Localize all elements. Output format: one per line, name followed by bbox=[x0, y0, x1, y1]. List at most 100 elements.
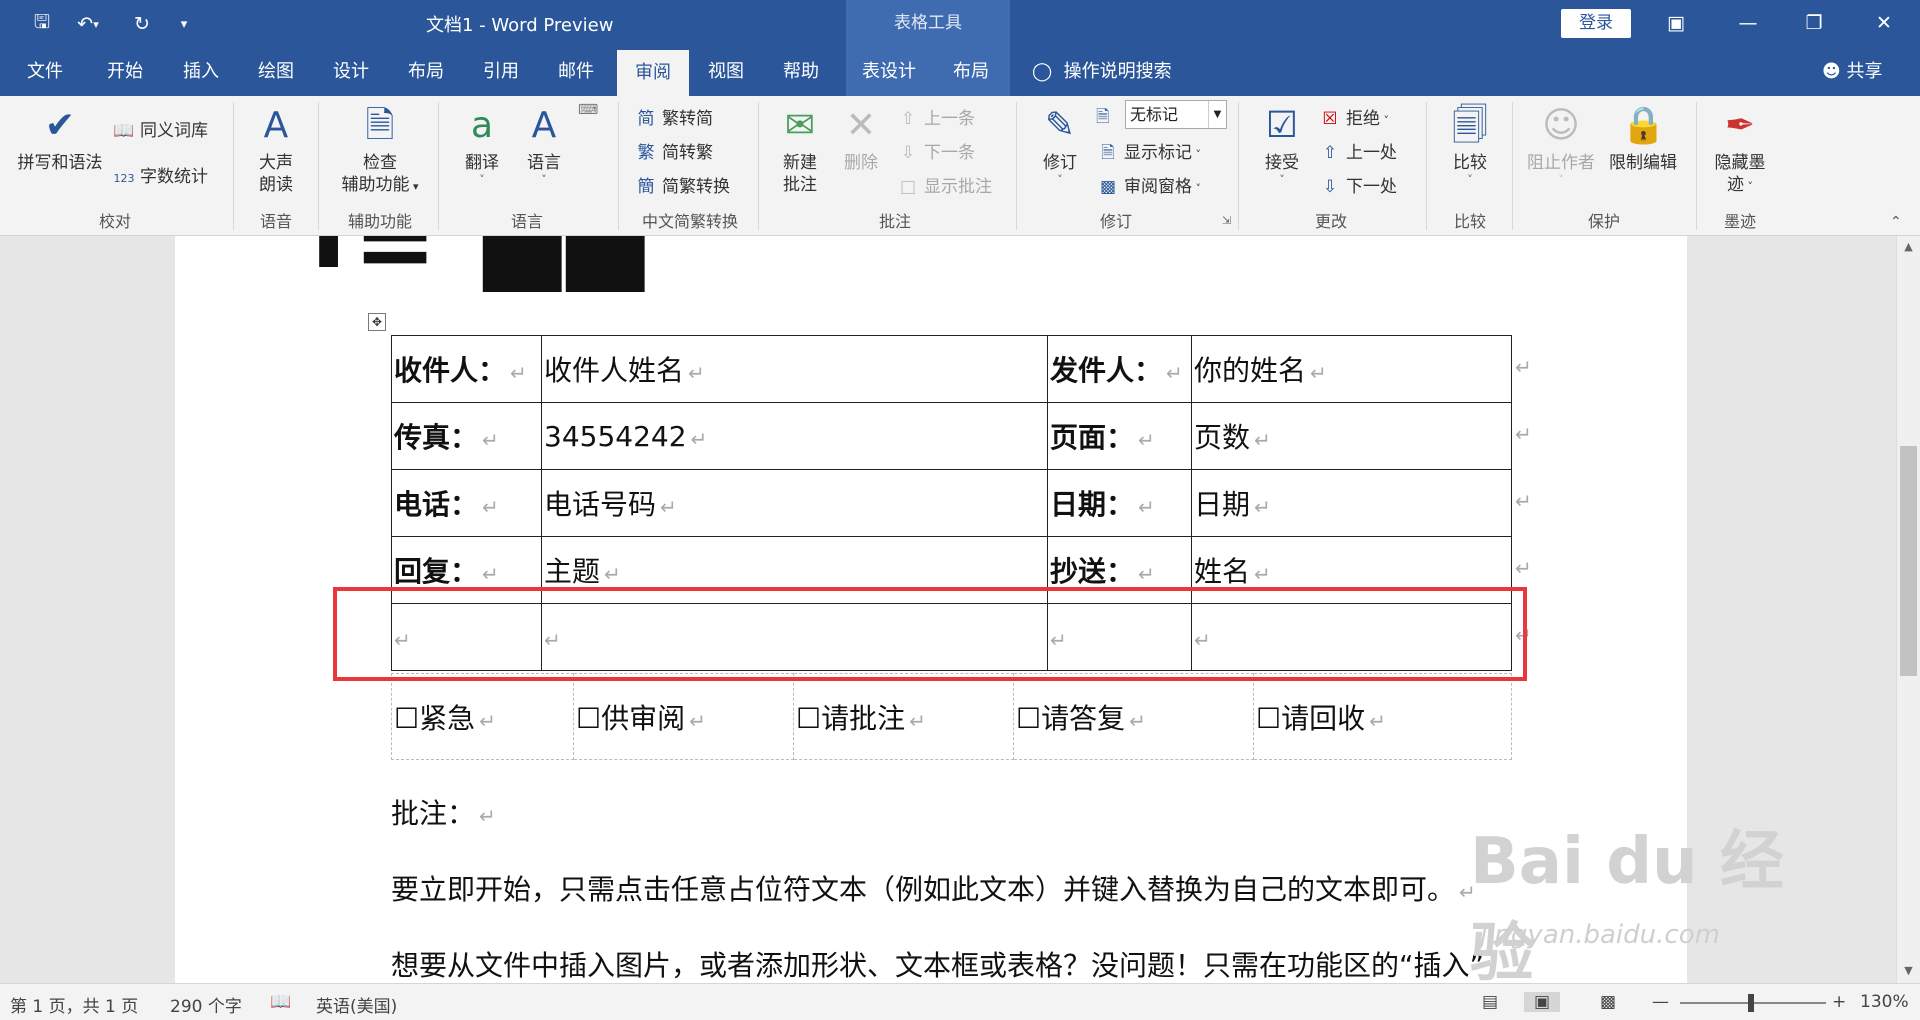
ribbon-display-icon[interactable]: ▣ bbox=[1654, 8, 1698, 38]
checkbox-cell-comment[interactable]: ☐请批注 ↵ bbox=[793, 673, 1014, 760]
block-authors-button[interactable]: ☺ 阻止作者 ˅ bbox=[1524, 104, 1598, 186]
accept-button[interactable]: ☑ 接受 ˅ bbox=[1252, 104, 1312, 186]
tab-mailings[interactable]: 邮件 bbox=[545, 48, 607, 96]
next-change-button[interactable]: ⇩ 下一处 bbox=[1318, 172, 1397, 197]
show-markup-button[interactable]: 🗎 显示标记 ˅ bbox=[1096, 138, 1201, 169]
tab-layout[interactable]: 布局 bbox=[395, 48, 457, 96]
table-cell[interactable]: 传真： ↵ bbox=[391, 402, 542, 470]
table-cell[interactable]: 34554242 ↵ bbox=[541, 402, 1048, 470]
body-paragraph-2[interactable]: 想要从文件中插入图片，或者添加形状、文本框或表格？没问题！只需在功能区的“插入” bbox=[391, 944, 1484, 983]
vertical-scrollbar[interactable]: ▲ ▼ bbox=[1896, 236, 1920, 983]
web-layout-icon[interactable]: ▩ bbox=[1600, 992, 1616, 1012]
minimize-icon[interactable]: — bbox=[1726, 8, 1770, 38]
undo-icon[interactable]: ↶ ▾ bbox=[68, 10, 108, 38]
body-paragraph-1[interactable]: 要立即开始，只需点击任意占位符文本（例如此文本）并键入替换为自己的文本即可。 ↵ bbox=[391, 868, 1476, 908]
close-icon[interactable]: ✕ bbox=[1862, 8, 1906, 38]
table-cell[interactable]: 你的姓名 ↵ bbox=[1191, 335, 1512, 403]
new-comment-button[interactable]: ✉ 新建 批注 bbox=[772, 104, 828, 196]
dialog-launcher-icon[interactable]: ⇲ bbox=[1222, 214, 1231, 227]
delete-comment-button[interactable]: ✕ 删除 bbox=[834, 104, 888, 174]
tab-references[interactable]: 引用 bbox=[470, 48, 532, 96]
redo-icon[interactable]: ↻ bbox=[128, 10, 156, 38]
tab-draw[interactable]: 绘图 bbox=[245, 48, 307, 96]
group-separator bbox=[1426, 102, 1427, 230]
scrollbar-thumb[interactable] bbox=[1900, 446, 1917, 676]
share-button[interactable]: ☻ 共享 bbox=[1822, 48, 1883, 96]
language-indicator[interactable]: 英语(美国) bbox=[316, 992, 397, 1017]
table-cell[interactable]: 电话： ↵ bbox=[391, 469, 542, 537]
previous-comment-button[interactable]: ⇧ 上一条 bbox=[896, 104, 975, 129]
document-page[interactable]: I≡ ▄▄ ✥ 收件人：↵ 收件人姓名↵ 发件人：↵ 你的姓名↵ 传真：↵ 34… bbox=[175, 236, 1687, 983]
markup-display-dropdown[interactable]: 无标记 ▼ bbox=[1125, 100, 1227, 129]
watermark-brand: Bai du 经验 bbox=[1470, 825, 1784, 991]
table-cell[interactable]: 收件人： ↵ bbox=[391, 335, 542, 403]
cell-label: 日期： bbox=[1050, 488, 1135, 521]
restore-icon[interactable]: ❐ bbox=[1792, 8, 1836, 38]
tab-design[interactable]: 设计 bbox=[320, 48, 382, 96]
zoom-slider-handle[interactable] bbox=[1748, 994, 1754, 1012]
tab-review[interactable]: 审阅 bbox=[617, 50, 689, 96]
track-changes-button[interactable]: ✎ 修订 ˅ bbox=[1030, 104, 1090, 186]
tell-me-search[interactable]: ◯ 操作说明搜索 bbox=[1032, 48, 1172, 96]
zoom-level[interactable]: 130% bbox=[1860, 992, 1909, 1012]
collapse-ribbon-icon[interactable]: ⌃ bbox=[1890, 214, 1902, 230]
tab-help[interactable]: 帮助 bbox=[770, 48, 832, 96]
table-cell[interactable]: 电话号码 ↵ bbox=[541, 469, 1048, 537]
tab-table-design[interactable]: 表设计 bbox=[846, 48, 932, 96]
read-aloud-button[interactable]: A 大声朗读 bbox=[244, 104, 308, 196]
checkbox-cell-review[interactable]: ☐供审阅 ↵ bbox=[573, 673, 794, 760]
customize-qat-icon[interactable]: ▾ bbox=[174, 10, 194, 38]
language-button[interactable]: A 语言 ˅ bbox=[514, 104, 574, 186]
next-comment-button[interactable]: ⇩ 下一条 bbox=[896, 138, 975, 163]
checkbox-cell-urgent[interactable]: ☐紧急 ↵ bbox=[391, 673, 574, 760]
spelling-grammar-button[interactable]: ✔ 拼写和语法 bbox=[12, 104, 108, 174]
translate-icon: a bbox=[470, 105, 494, 146]
paragraph-text: 要立即开始，只需点击任意占位符文本（例如此文本）并键入替换为自己的文本即可。 bbox=[391, 873, 1456, 906]
checkbox-cell-reply[interactable]: ☐请答复 ↵ bbox=[1013, 673, 1254, 760]
cell-label: 发件人： bbox=[1050, 354, 1163, 387]
scroll-down-icon[interactable]: ▼ bbox=[1897, 960, 1920, 982]
word-count-button[interactable]: 123 字数统计 bbox=[112, 162, 209, 187]
table-cell[interactable]: 日期： ↵ bbox=[1047, 469, 1192, 537]
simp-to-trad-button[interactable]: 繁简转繁 bbox=[634, 138, 714, 163]
tab-insert[interactable]: 插入 bbox=[170, 48, 232, 96]
login-button[interactable]: 登录 bbox=[1561, 9, 1631, 38]
table-cell[interactable]: 页面： ↵ bbox=[1047, 402, 1192, 470]
hide-ink-button[interactable]: ✒ 隐藏墨迹 ˅ bbox=[1708, 104, 1772, 198]
reviewing-pane-button[interactable]: ▩ 审阅窗格 ˅ bbox=[1096, 172, 1201, 197]
previous-change-button[interactable]: ⇧ 上一处 bbox=[1318, 138, 1397, 163]
read-mode-icon[interactable]: ▤ bbox=[1482, 992, 1498, 1012]
table-cell[interactable]: 页数 ↵ bbox=[1191, 402, 1512, 470]
translate-button[interactable]: a 翻译 ˅ bbox=[452, 104, 512, 186]
table-cell[interactable]: 日期 ↵ bbox=[1191, 469, 1512, 537]
thesaurus-button[interactable]: 📖 同义词库 bbox=[112, 116, 208, 141]
table-cell[interactable]: 发件人： ↵ bbox=[1047, 335, 1192, 403]
check-accessibility-button[interactable]: 🗎 检查 辅助功能 ▾ bbox=[328, 104, 432, 198]
restrict-editing-button[interactable]: 🔒 限制编辑 bbox=[1604, 104, 1682, 174]
comments-paragraph[interactable]: 批注： ↵ bbox=[391, 792, 496, 832]
checkbox-table[interactable]: ☐紧急 ↵ ☐供审阅 ↵ ☐请批注 ↵ ☐请答复 ↵ ☐请回收 ↵ bbox=[391, 673, 1512, 760]
show-comments-button[interactable]: □ 显示批注 bbox=[896, 172, 992, 197]
table-cell[interactable]: 收件人姓名 ↵ bbox=[541, 335, 1048, 403]
zoom-out-icon[interactable]: — bbox=[1652, 992, 1669, 1012]
trad-to-simp-button[interactable]: 简繁转简 bbox=[634, 104, 714, 129]
cell-value: 收件人姓名 bbox=[544, 354, 685, 387]
word-count[interactable]: 290 个字 bbox=[170, 992, 242, 1017]
reject-button[interactable]: ☒ 拒绝 ˅ bbox=[1318, 104, 1389, 129]
tab-home[interactable]: 开始 bbox=[94, 48, 156, 96]
checkbox-cell-recycle[interactable]: ☐请回收 ↵ bbox=[1253, 673, 1512, 760]
save-icon[interactable]: 🖫 bbox=[28, 10, 56, 38]
show-comments-label: 显示批注 bbox=[924, 177, 992, 197]
proofing-icon[interactable]: 📖 bbox=[270, 992, 291, 1012]
tab-file[interactable]: 文件 bbox=[14, 48, 76, 96]
tab-table-layout[interactable]: 布局 bbox=[932, 48, 1010, 96]
compare-button[interactable]: 🗐 比较 ˅ bbox=[1438, 104, 1502, 186]
keyboard-icon[interactable]: ⌨ bbox=[578, 102, 598, 118]
zoom-in-icon[interactable]: + bbox=[1832, 992, 1846, 1012]
scroll-up-icon[interactable]: ▲ bbox=[1897, 236, 1920, 258]
page-count[interactable]: 第 1 页，共 1 页 bbox=[10, 992, 138, 1017]
table-move-handle-icon[interactable]: ✥ bbox=[368, 313, 386, 331]
simp-trad-convert-button[interactable]: 簡简繁转换 bbox=[634, 172, 731, 197]
print-layout-icon[interactable]: ▣ bbox=[1524, 992, 1561, 1012]
tab-view[interactable]: 视图 bbox=[695, 48, 757, 96]
